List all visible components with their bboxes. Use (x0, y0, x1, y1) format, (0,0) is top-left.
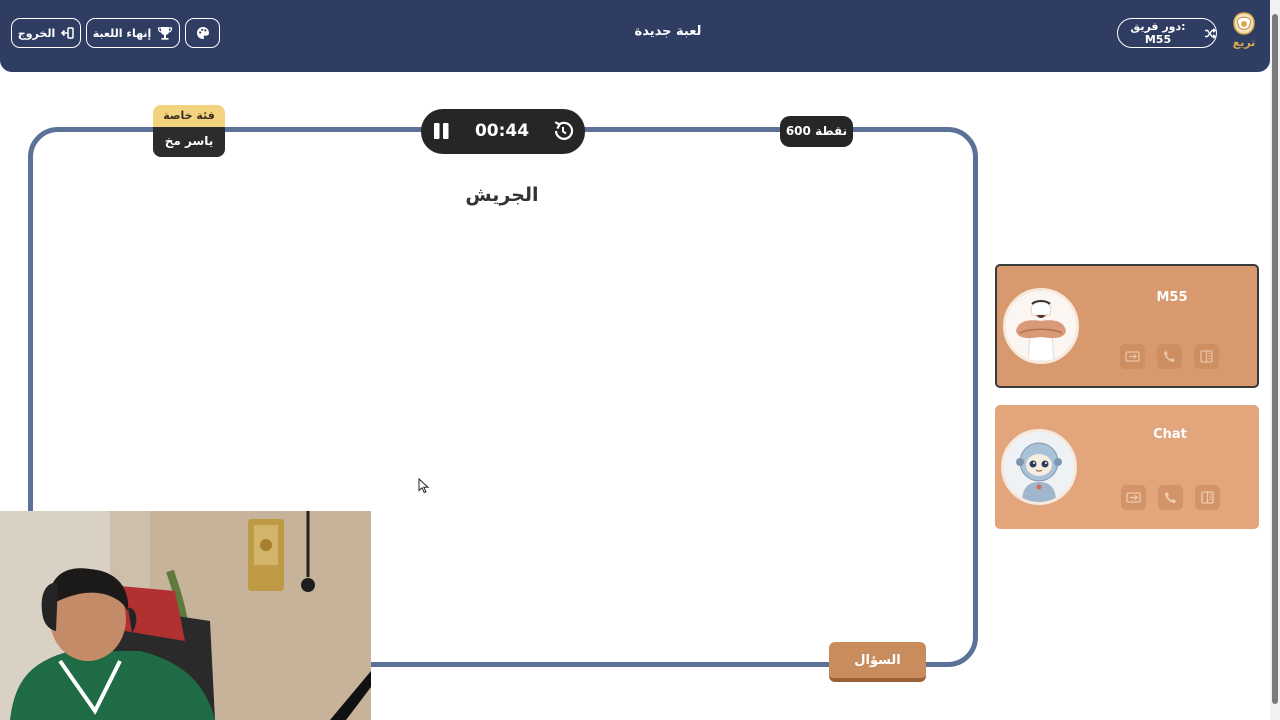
swap-question-tool[interactable] (1121, 485, 1146, 510)
swap-icon (1125, 351, 1140, 362)
shuffle-icon (1205, 27, 1216, 39)
top-header: الخروج إنهاء اللعبة لعبة جديدة دور فريق:… (0, 0, 1270, 72)
category-badge: فئة خاصة ياسر مخ (153, 105, 225, 157)
call-friend-tool[interactable] (1157, 344, 1182, 369)
split-icon (1200, 350, 1213, 363)
mouse-cursor-icon (418, 478, 430, 494)
question-button[interactable]: السؤال (829, 642, 926, 682)
pause-icon[interactable] (431, 120, 453, 142)
swap-question-tool[interactable] (1120, 344, 1145, 369)
reset-timer-icon[interactable] (551, 119, 575, 143)
points-badge: 600 نقطة (780, 116, 853, 147)
timer-value: 00:44 (474, 121, 530, 141)
timer: 00:44 (421, 109, 585, 154)
answer-text: الجريش (465, 184, 539, 206)
theme-button[interactable] (185, 18, 220, 48)
exit-icon (61, 27, 74, 39)
phone-icon (1164, 351, 1175, 362)
muscular-man-avatar-icon (1006, 291, 1076, 361)
game-screen: الخروج إنهاء اللعبة لعبة جديدة دور فريق:… (0, 0, 1280, 720)
end-game-button[interactable]: إنهاء اللعبة (86, 18, 180, 48)
webcam-overlay (0, 511, 371, 720)
category-name: ياسر مخ (153, 127, 225, 157)
page-title: لعبة جديدة (634, 24, 702, 39)
team-avatar (1003, 288, 1079, 364)
palette-icon (196, 27, 209, 39)
team-avatar (1001, 429, 1077, 505)
team-card-m55[interactable]: M55 (995, 264, 1259, 388)
exit-button[interactable]: الخروج (11, 18, 81, 48)
team-card-chat[interactable]: Chat (995, 405, 1259, 529)
call-friend-tool[interactable] (1158, 485, 1183, 510)
team-name: Chat (1153, 427, 1187, 442)
logo-emblem-icon (1233, 12, 1255, 35)
switch-turn-button[interactable]: دور فريق: M55 (1117, 18, 1217, 48)
logo-text: تريع (1232, 36, 1256, 49)
team-name: M55 (1156, 290, 1188, 305)
page-scrollbar[interactable] (1270, 0, 1280, 720)
robot-avatar-icon (1004, 432, 1074, 502)
double-points-tool[interactable] (1195, 485, 1220, 510)
scrollbar-thumb[interactable] (1272, 14, 1278, 704)
streamer-camera-image (0, 511, 371, 720)
trophy-icon (158, 27, 173, 40)
end-game-label: إنهاء اللعبة (92, 26, 152, 40)
double-points-tool[interactable] (1194, 344, 1219, 369)
exit-label: الخروج (17, 26, 56, 40)
swap-icon (1126, 492, 1141, 503)
split-icon (1201, 491, 1214, 504)
app-logo[interactable]: تريع (1228, 12, 1260, 54)
phone-icon (1165, 492, 1176, 503)
turn-label: دور فريق: M55 (1130, 20, 1186, 46)
category-label: فئة خاصة (153, 105, 225, 127)
